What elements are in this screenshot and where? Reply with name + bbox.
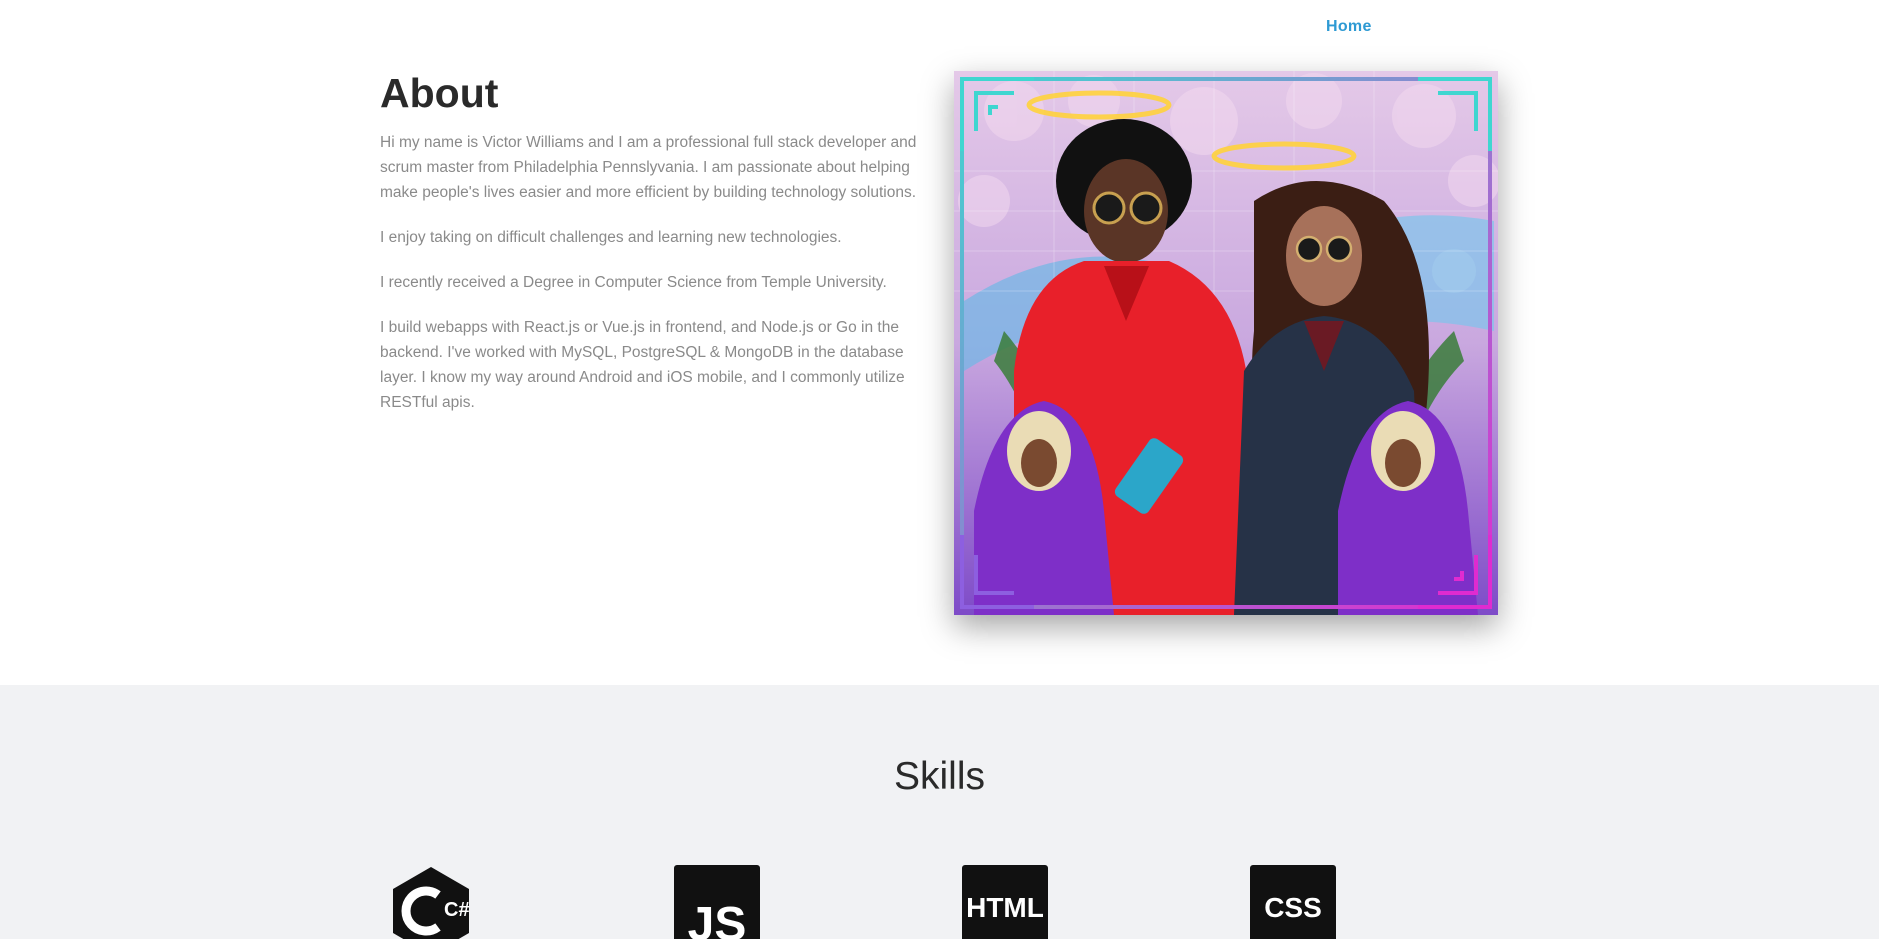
- javascript-icon: JS: [674, 865, 760, 939]
- html-label: HTML: [966, 892, 1044, 923]
- about-paragraph-intro: Hi my name is Victor Williams and I am a…: [380, 134, 917, 201]
- profile-collage-image: [954, 71, 1498, 615]
- css-icon: CSS: [1250, 865, 1336, 939]
- skill-javascript: JS: [674, 865, 760, 939]
- javascript-label: JS: [687, 898, 747, 939]
- about-paragraph-stack: I build webapps with React.js or Vue.js …: [380, 319, 905, 411]
- css-label: CSS: [1264, 892, 1322, 923]
- skill-css: CSS: [1250, 865, 1336, 939]
- skills-section: Skills C# JS HTML CSS: [0, 685, 1879, 939]
- about-paragraph-degree: I recently received a Degree in Computer…: [380, 274, 887, 291]
- skill-html: HTML: [962, 865, 1048, 939]
- nav-link-home[interactable]: Home: [1326, 18, 1372, 35]
- about-title: About: [380, 70, 499, 116]
- about-paragraph-challenges: I enjoy taking on difficult challenges a…: [380, 229, 842, 246]
- html-icon: HTML: [962, 865, 1048, 939]
- csharp-icon: C#: [393, 867, 470, 939]
- skills-title: Skills: [893, 755, 985, 798]
- page: Home About Hi my name is Victor Williams…: [0, 0, 1879, 939]
- about-text-column: About Hi my name is Victor Williams and …: [380, 68, 920, 435]
- skill-csharp: C#: [386, 865, 472, 939]
- csharp-label: C#: [444, 899, 470, 921]
- top-nav: Home: [1326, 18, 1372, 36]
- profile-photo: [954, 71, 1498, 615]
- about-section: Home About Hi my name is Victor Williams…: [0, 0, 1879, 685]
